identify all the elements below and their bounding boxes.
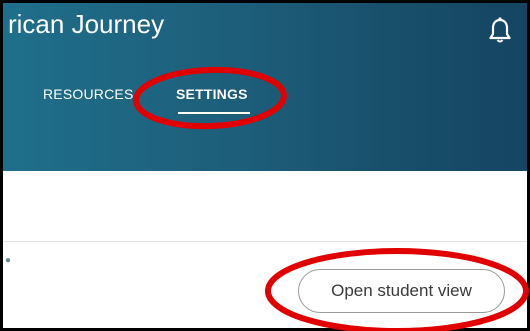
section-divider [3, 241, 527, 242]
screenshot-frame: rican Journey RESOURCES SETTINGS ● Open … [0, 0, 530, 331]
open-student-view-button[interactable]: Open student view [298, 269, 505, 313]
course-header: rican Journey RESOURCES SETTINGS [3, 3, 527, 171]
tab-settings[interactable]: SETTINGS [176, 86, 248, 102]
course-title: rican Journey [8, 9, 165, 39]
active-tab-indicator [178, 112, 250, 114]
bell-icon[interactable] [489, 17, 511, 43]
tab-resources[interactable]: RESOURCES [43, 86, 133, 102]
list-marker: ● [5, 255, 12, 266]
